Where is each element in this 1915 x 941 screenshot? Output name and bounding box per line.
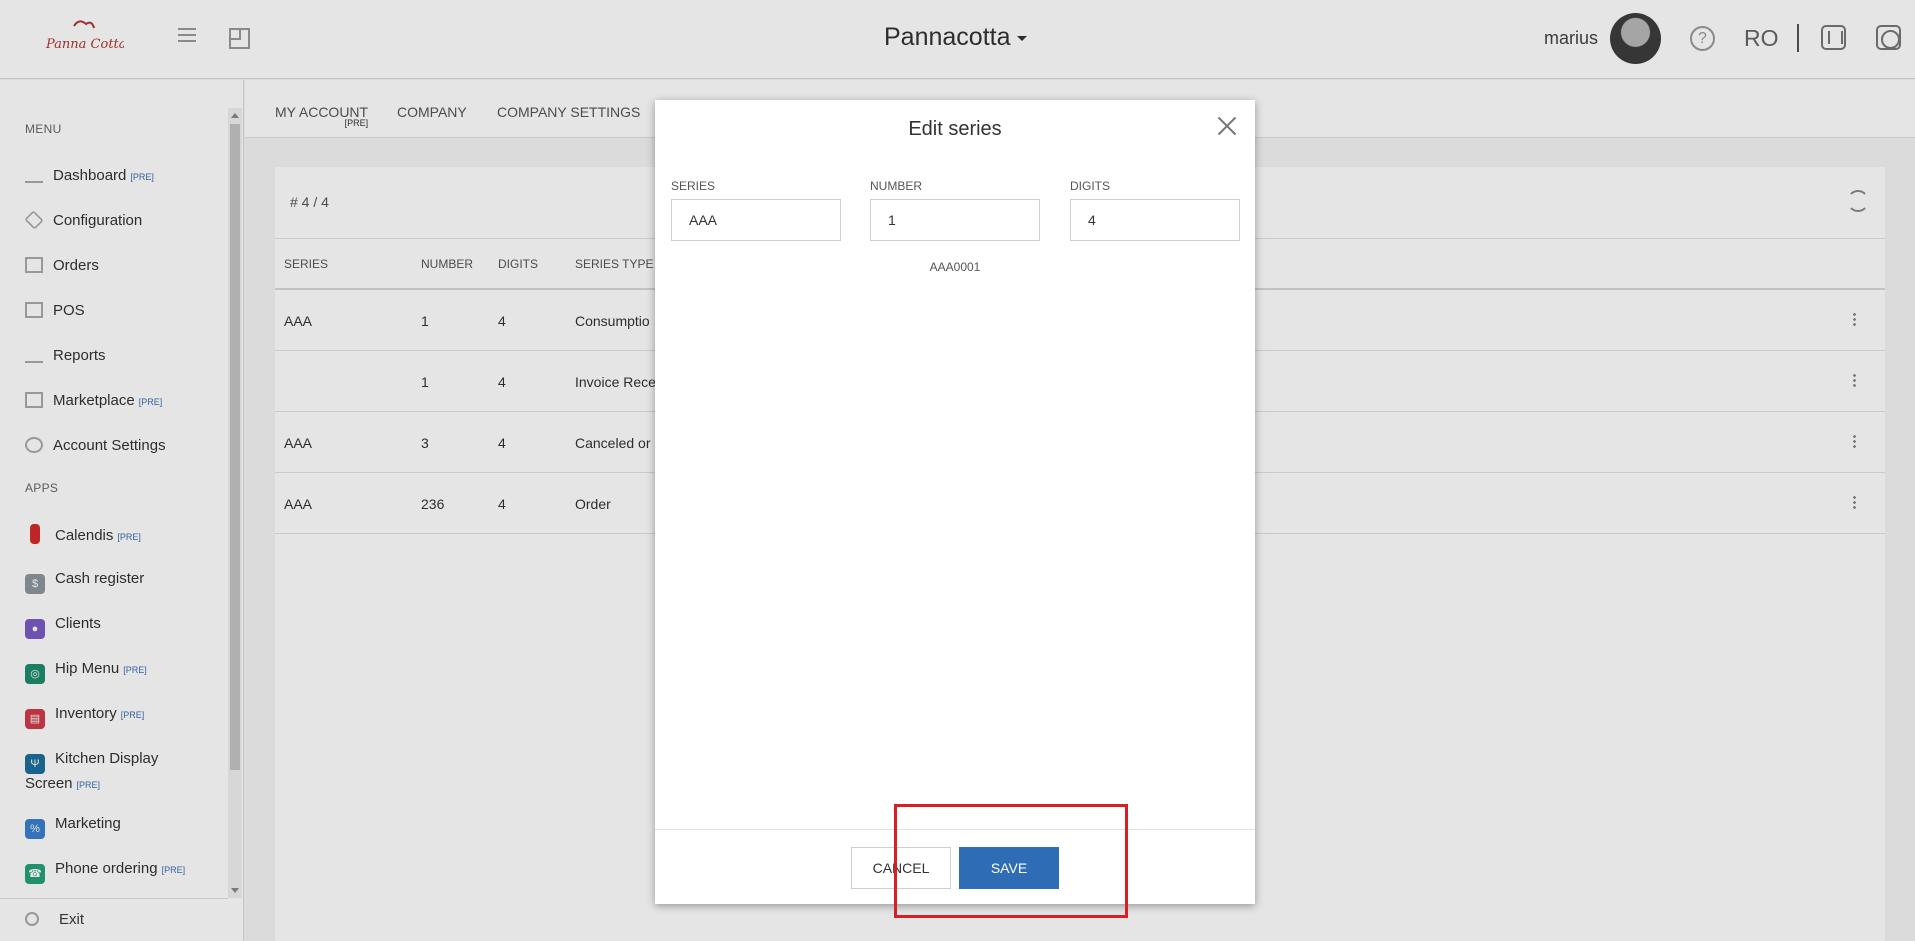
- save-button[interactable]: SAVE: [959, 847, 1059, 889]
- number-label: NUMBER: [870, 179, 923, 193]
- number-input[interactable]: [870, 199, 1040, 241]
- cancel-button[interactable]: CANCEL: [851, 847, 951, 889]
- edit-series-dialog: Edit series SERIES NUMBER DIGITS AAA0001…: [655, 100, 1255, 904]
- series-label: SERIES: [671, 179, 716, 193]
- dialog-footer: CANCEL SAVE: [655, 829, 1255, 904]
- digits-input[interactable]: [1070, 199, 1240, 241]
- series-input[interactable]: [671, 199, 841, 241]
- series-preview: AAA0001: [929, 260, 981, 274]
- dialog-title: Edit series: [908, 118, 1002, 140]
- close-icon[interactable]: [1216, 115, 1238, 137]
- digits-label: DIGITS: [1070, 179, 1111, 193]
